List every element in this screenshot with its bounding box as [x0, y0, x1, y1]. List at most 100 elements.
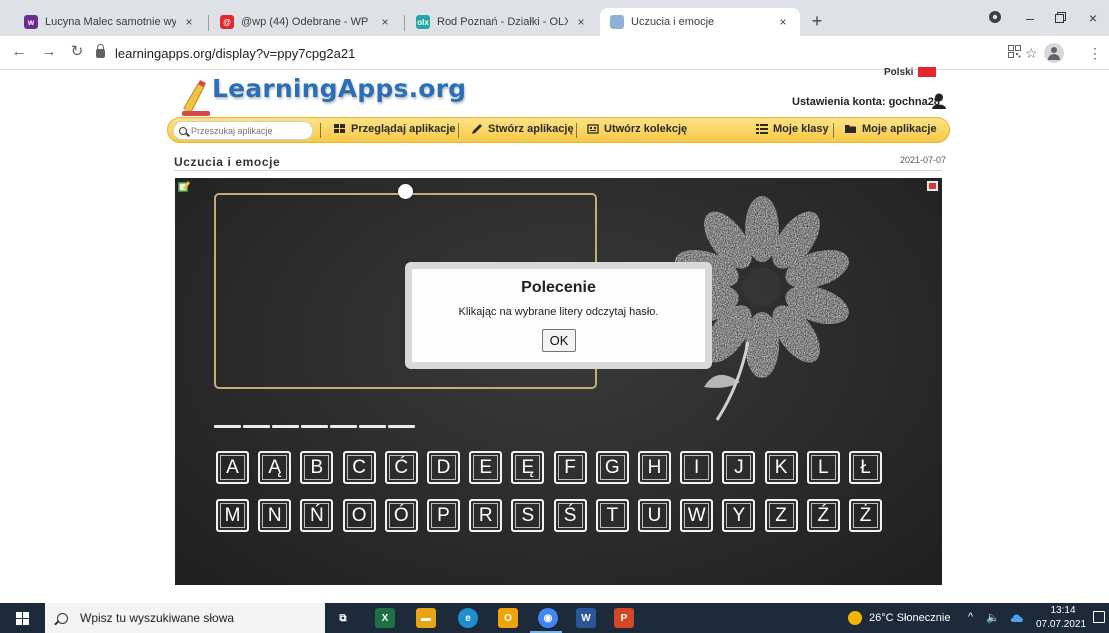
close-window-icon[interactable]: × — [1083, 10, 1103, 26]
tab-title: Lucyna Malec samotnie wychow... — [45, 16, 176, 28]
letter-key[interactable]: C — [342, 451, 376, 484]
clock-date[interactable]: 07.07.2021 — [1033, 619, 1089, 630]
address-bar-row: ← → ↻ learningapps.org/display?v=ppy7cpg… — [0, 36, 1109, 70]
dialog-title: Polecenie — [521, 279, 596, 296]
letter-key[interactable]: K — [764, 451, 798, 484]
letter-key[interactable]: Z — [764, 499, 798, 532]
nav-my-apps[interactable]: Moje aplikacje — [845, 123, 937, 135]
close-icon[interactable]: × — [182, 15, 196, 29]
letter-key[interactable]: W — [680, 499, 714, 532]
nav-label: Przeglądaj aplikacje — [351, 123, 456, 135]
tab-lucyna[interactable]: w Lucyna Malec samotnie wychow... × — [14, 8, 206, 36]
letter-key[interactable]: A — [216, 451, 249, 484]
letter-key[interactable]: I — [680, 451, 714, 484]
ok-button[interactable]: OK — [542, 329, 576, 352]
letter-key[interactable]: Ł — [849, 451, 882, 484]
forward-icon[interactable]: → — [40, 44, 58, 62]
letter-key[interactable]: Y — [722, 499, 756, 532]
search-icon — [179, 126, 187, 135]
nav-label: Stwórz aplikację — [488, 123, 574, 135]
nav-create-app[interactable]: Stwórz aplikację — [471, 123, 574, 135]
search-apps-input[interactable]: Przeszukaj aplikacje — [173, 121, 313, 140]
letter-key[interactable]: D — [427, 451, 460, 484]
learningapps-logo[interactable]: LearningApps.org — [180, 70, 466, 122]
chevron-up-icon[interactable]: ^ — [968, 611, 973, 623]
user-icon[interactable] — [932, 93, 946, 109]
qr-code-icon[interactable] — [1008, 45, 1021, 61]
powerpoint-icon[interactable]: P — [614, 608, 634, 628]
close-icon[interactable]: × — [776, 15, 790, 29]
letter-key[interactable]: Ę — [511, 451, 545, 484]
new-tab-button[interactable]: + — [807, 12, 827, 32]
letter-key[interactable]: Ź — [806, 499, 840, 532]
excel-icon[interactable]: X — [375, 608, 395, 628]
file-explorer-icon[interactable]: ▬ — [416, 608, 436, 628]
outlook-icon[interactable]: O — [498, 608, 518, 628]
tab-title: @wp (44) Odebrane - WP Poczta — [241, 16, 372, 28]
letter-key[interactable]: E — [469, 451, 503, 484]
letter-key[interactable]: P — [427, 499, 460, 532]
letter-key[interactable]: N — [258, 499, 292, 532]
letter-key[interactable]: S — [511, 499, 545, 532]
chrome-account-icon[interactable] — [985, 10, 1005, 27]
account-settings-link[interactable]: Ustawienia konta: gochna28 — [792, 96, 940, 108]
minimize-icon[interactable]: – — [1020, 10, 1040, 26]
word-icon[interactable]: W — [576, 608, 596, 628]
url-text: learningapps.org/display?v=ppy7cpg2a21 — [115, 45, 356, 61]
close-icon[interactable]: × — [378, 15, 392, 29]
weather-widget[interactable]: 26°C Słonecznie — [869, 612, 950, 624]
bookmark-star-icon[interactable]: ☆ — [1025, 45, 1038, 62]
reload-icon[interactable]: ↻ — [68, 44, 86, 62]
back-icon[interactable]: ← — [10, 44, 28, 62]
letter-key[interactable]: G — [595, 451, 629, 484]
letter-key[interactable]: T — [595, 499, 629, 532]
restore-icon[interactable] — [1050, 10, 1070, 26]
pencil-icon — [472, 124, 482, 134]
letter-key[interactable]: R — [469, 499, 503, 532]
tab-uczucia-active[interactable]: Uczucia i emocje × — [600, 8, 800, 36]
url-input[interactable]: learningapps.org/display?v=ppy7cpg2a21 — [96, 41, 996, 65]
letter-key[interactable]: J — [722, 451, 756, 484]
letter-key[interactable]: M — [216, 499, 249, 532]
menu-kebab-icon[interactable]: ⋮ — [1088, 45, 1102, 62]
letter-key[interactable]: Ś — [553, 499, 587, 532]
letter-key[interactable]: F — [553, 451, 587, 484]
volume-icon[interactable]: 🔈 — [986, 611, 1000, 624]
letter-key[interactable]: Ć — [384, 451, 418, 484]
letter-key[interactable]: B — [300, 451, 334, 484]
language-link[interactable]: Polski — [884, 67, 913, 78]
letter-key[interactable]: Ą — [258, 451, 292, 484]
letter-key[interactable]: Ż — [849, 499, 882, 532]
slider-handle[interactable] — [398, 184, 413, 199]
learningapps-tab-icon — [610, 15, 624, 29]
clock-time[interactable]: 13:14 — [1040, 605, 1086, 616]
profile-avatar[interactable] — [1044, 43, 1064, 63]
letter-key[interactable]: U — [638, 499, 671, 532]
onedrive-cloud-icon[interactable] — [1010, 613, 1024, 625]
nav-my-classes[interactable]: Moje klasy — [756, 123, 829, 135]
task-view-icon[interactable]: ⧉ — [333, 608, 353, 628]
edge-icon[interactable]: e — [458, 608, 478, 628]
notification-icon[interactable] — [1093, 611, 1105, 623]
letter-key[interactable]: Ó — [384, 499, 418, 532]
answer-blank — [330, 425, 357, 428]
fullscreen-icon[interactable] — [927, 181, 938, 191]
game-area: AĄBCĆDEĘFGHIJKLŁ MNŃOÓPRSŚTUWYZŹŻ — [175, 178, 942, 585]
chrome-icon[interactable]: ◉ — [538, 608, 558, 628]
tab-wp-poczta[interactable]: @ @wp (44) Odebrane - WP Poczta × — [210, 8, 402, 36]
taskbar-search-input[interactable]: Wpisz tu wyszukiwane słowa — [45, 603, 325, 633]
tab-title: Rod Poznań - Działki - OLX.pl — [437, 16, 568, 28]
letter-key[interactable]: H — [638, 451, 671, 484]
taskbar-search-placeholder: Wpisz tu wyszukiwane słowa — [80, 611, 235, 625]
edit-app-icon[interactable] — [178, 180, 190, 192]
nav-divider — [576, 123, 577, 138]
tab-olx[interactable]: olx Rod Poznań - Działki - OLX.pl × — [406, 8, 598, 36]
nav-browse-apps[interactable]: Przeglądaj aplikacje — [334, 123, 456, 135]
nav-create-collection[interactable]: Utwórz kolekcję — [587, 123, 687, 135]
start-button[interactable] — [0, 603, 44, 633]
letter-key[interactable]: L — [806, 451, 840, 484]
letter-key[interactable]: Ń — [300, 499, 334, 532]
letter-key[interactable]: O — [342, 499, 376, 532]
answer-blank — [359, 425, 386, 428]
close-icon[interactable]: × — [574, 15, 588, 29]
